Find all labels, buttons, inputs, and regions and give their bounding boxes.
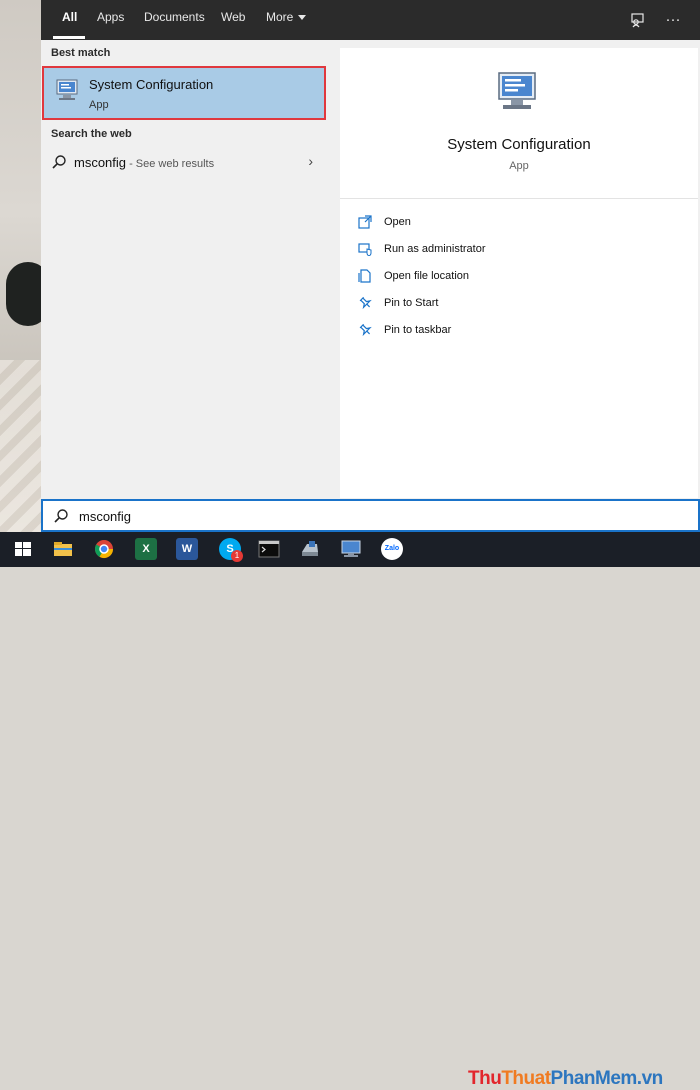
search-input[interactable] — [77, 505, 681, 527]
skype-icon[interactable]: S 1 — [219, 538, 243, 562]
best-match-type: App — [89, 99, 109, 111]
pin-icon — [359, 323, 372, 337]
windows-start-icon[interactable] — [12, 538, 34, 560]
web-query: msconfig — [74, 155, 127, 170]
web-hint: - See web results — [126, 158, 215, 170]
tab-web[interactable]: Web — [221, 0, 245, 40]
desktop-wallpaper-pattern — [0, 360, 42, 532]
preview-type: App — [509, 160, 529, 172]
preview-pane: System Configuration App Open Run as adm… — [340, 48, 698, 498]
word-icon[interactable]: W — [176, 538, 198, 560]
web-result-row[interactable]: msconfig - See web results › — [41, 148, 331, 178]
tab-documents[interactable]: Documents — [144, 0, 205, 40]
best-match-result[interactable]: System Configuration App — [42, 66, 326, 120]
action-label: Pin to Start — [384, 297, 439, 309]
terminal-icon[interactable] — [258, 538, 280, 560]
watermark-part: Thuat — [501, 1068, 551, 1089]
network-drive-icon[interactable] — [299, 538, 321, 560]
file-explorer-icon[interactable] — [52, 538, 74, 560]
system-configuration-icon — [56, 79, 78, 100]
notification-badge: 1 — [231, 550, 243, 562]
zalo-icon[interactable]: Zalo — [381, 538, 403, 560]
tab-apps[interactable]: Apps — [97, 0, 124, 40]
start-search-panel: All Apps Documents Web More ··· Best mat… — [41, 0, 700, 532]
action-label: Open file location — [384, 270, 469, 282]
taskbar: X W S 1 Zalo ThuThuatPhanMem.vn — [0, 532, 700, 1089]
watermark-logo: ThuThuatPhanMem.vn — [468, 1068, 663, 1090]
preview-header: System Configuration App — [340, 48, 698, 199]
best-match-heading: Best match — [51, 47, 111, 59]
pin-icon — [359, 296, 372, 310]
tab-all[interactable]: All — [62, 0, 77, 40]
search-icon — [52, 155, 66, 169]
tab-more[interactable]: More — [266, 0, 307, 40]
active-tab-indicator — [53, 36, 85, 39]
action-label: Run as administrator — [384, 243, 486, 255]
search-box — [41, 499, 700, 532]
search-web-heading: Search the web — [51, 128, 132, 140]
run-as-admin-icon — [358, 243, 372, 256]
excel-icon[interactable]: X — [135, 538, 157, 560]
action-pin-to-start[interactable]: Pin to Start — [358, 293, 678, 315]
chevron-right-icon[interactable]: › — [308, 153, 313, 169]
watermark-part: .vn — [636, 1068, 663, 1089]
open-icon — [358, 215, 372, 229]
watermark-part: PhanMem — [550, 1068, 638, 1089]
system-configuration-icon[interactable] — [340, 538, 362, 560]
web-result-text: msconfig - See web results — [74, 155, 214, 170]
more-options-icon[interactable]: ··· — [661, 8, 685, 32]
results-list: Best match System Configuration App Sear… — [41, 40, 331, 498]
best-match-title: System Configuration — [89, 77, 214, 92]
action-label: Pin to taskbar — [384, 324, 452, 336]
feedback-icon[interactable] — [626, 8, 650, 32]
chrome-icon[interactable] — [93, 538, 115, 560]
search-icon — [54, 509, 68, 523]
search-scope-bar: All Apps Documents Web More ··· — [41, 0, 700, 40]
preview-title: System Configuration — [447, 136, 591, 153]
action-open-file-location[interactable]: Open file location — [358, 266, 678, 288]
file-location-icon — [358, 269, 371, 283]
system-configuration-icon — [498, 72, 536, 109]
action-open[interactable]: Open — [358, 212, 678, 234]
chevron-down-icon — [298, 15, 307, 21]
action-run-as-administrator[interactable]: Run as administrator — [358, 239, 678, 261]
watermark-part: Thu — [468, 1068, 502, 1089]
tab-more-label: More — [266, 10, 294, 24]
action-pin-to-taskbar[interactable]: Pin to taskbar — [358, 320, 678, 342]
action-label: Open — [384, 216, 411, 228]
